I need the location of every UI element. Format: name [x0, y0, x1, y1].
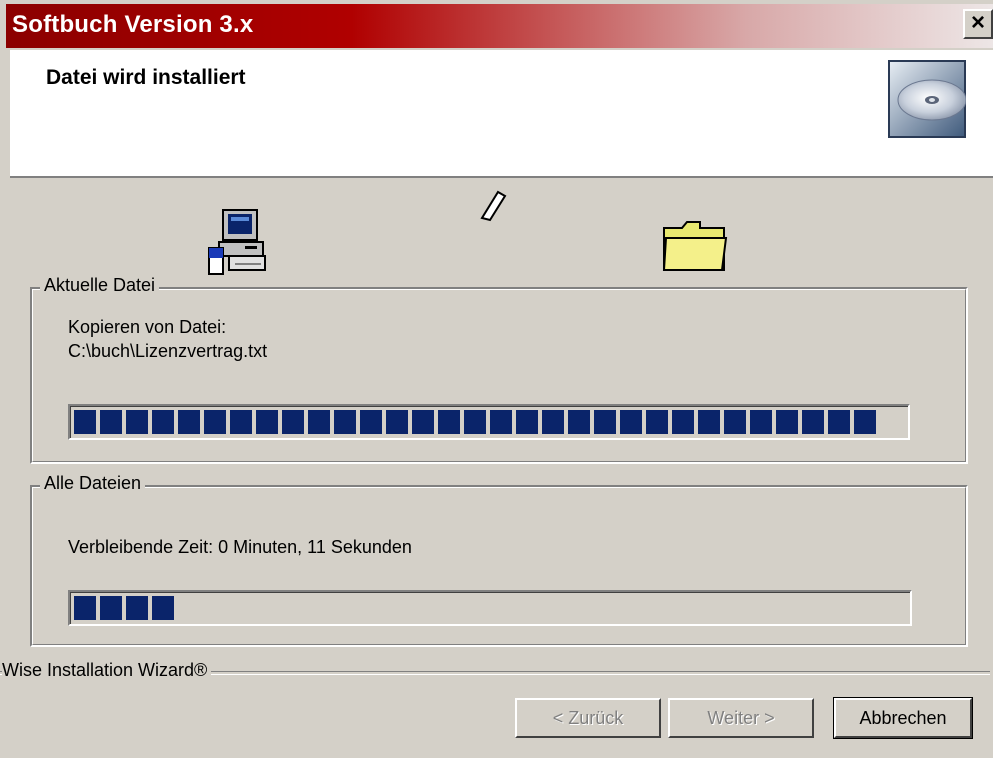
progress-block: [256, 410, 278, 434]
next-button[interactable]: Weiter >: [668, 698, 814, 738]
page-title: Datei wird installiert: [46, 66, 246, 89]
copy-label: Kopieren von Datei:: [68, 317, 227, 337]
file-path: C:\buch\Lizenzvertrag.txt: [68, 341, 268, 361]
current-file-progress-fill: [74, 410, 904, 434]
progress-block: [230, 410, 252, 434]
progress-block: [438, 410, 460, 434]
current-file-progress-bar: [68, 404, 910, 440]
progress-block: [152, 410, 174, 434]
progress-block: [386, 410, 408, 434]
progress-block: [74, 596, 96, 620]
all-files-legend: Alle Dateien: [40, 473, 146, 494]
progress-block: [568, 410, 590, 434]
progress-block: [646, 410, 668, 434]
progress-block: [724, 410, 746, 434]
paper-icon: [480, 190, 507, 222]
progress-block: [594, 410, 616, 434]
installer-window: Softbuch Version 3.x × Datei wird instal…: [0, 0, 993, 758]
progress-block: [126, 410, 148, 434]
back-button[interactable]: < Zurück: [515, 698, 661, 738]
cd-icon: [888, 60, 966, 138]
progress-block: [854, 410, 876, 434]
progress-block: [204, 410, 226, 434]
folder-icon: [662, 221, 728, 271]
progress-block: [464, 410, 486, 434]
progress-block: [412, 410, 434, 434]
progress-block: [672, 410, 694, 434]
progress-block: [152, 596, 174, 620]
progress-block: [178, 410, 200, 434]
progress-block: [542, 410, 564, 434]
remaining-time: Verbleibende Zeit: 0 Minuten, 11 Sekunde…: [68, 537, 412, 557]
progress-block: [828, 410, 850, 434]
progress-block: [802, 410, 824, 434]
cancel-button[interactable]: Abbrechen: [833, 697, 973, 739]
progress-block: [750, 410, 772, 434]
current-file-legend: Aktuelle Datei: [40, 275, 160, 296]
progress-block: [360, 410, 382, 434]
title-bar[interactable]: Softbuch Version 3.x ×: [6, 4, 993, 48]
progress-block: [516, 410, 538, 434]
current-file-group: Aktuelle Datei Kopieren von Datei: C:\bu…: [30, 275, 968, 464]
progress-block: [100, 410, 122, 434]
progress-block: [100, 596, 122, 620]
progress-block: [126, 596, 148, 620]
computer-icon: [208, 209, 266, 275]
progress-block: [620, 410, 642, 434]
progress-block: [74, 410, 96, 434]
all-files-group: Alle Dateien Verbleibende Zeit: 0 Minute…: [30, 473, 968, 647]
window-title: Softbuch Version 3.x: [12, 11, 254, 38]
progress-block: [490, 410, 512, 434]
progress-block: [776, 410, 798, 434]
close-button[interactable]: ×: [963, 9, 993, 39]
all-files-progress-bar: [68, 590, 912, 626]
header-panel: Datei wird installiert: [10, 50, 993, 178]
progress-block: [698, 410, 720, 434]
copy-animation: [0, 178, 993, 278]
progress-block: [308, 410, 330, 434]
wizard-brand: Wise Installation Wizard®: [2, 660, 212, 681]
all-files-progress-fill: [74, 596, 906, 620]
progress-block: [282, 410, 304, 434]
progress-block: [334, 410, 356, 434]
